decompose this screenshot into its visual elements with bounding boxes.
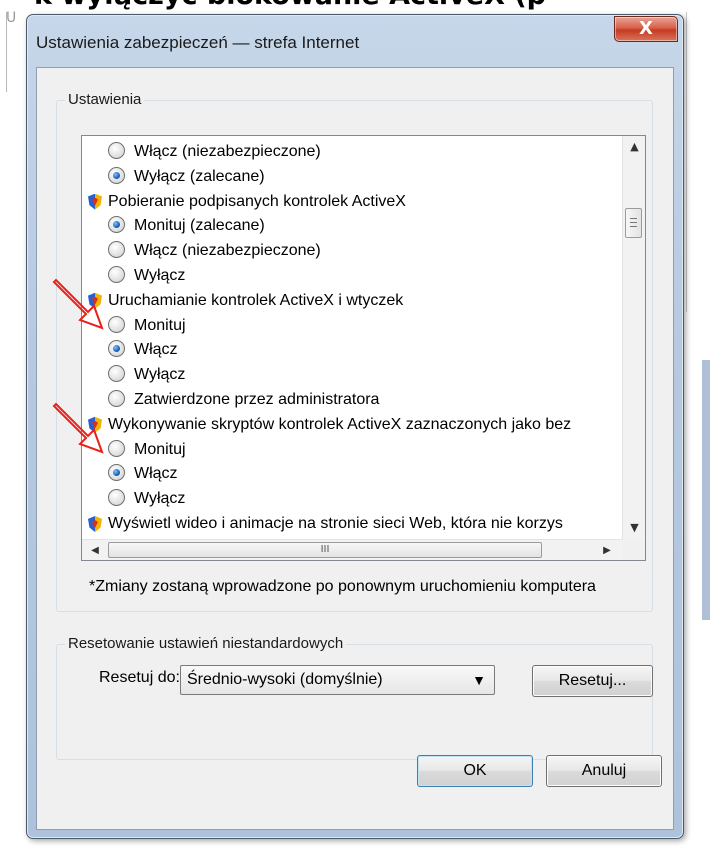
radio-checked-icon[interactable] bbox=[108, 340, 125, 358]
dialog-body: Ustawienia Włącz (niezabezpieczone) Wyłąc… bbox=[36, 67, 674, 830]
background-side-letter: U bbox=[6, 10, 17, 26]
radio-unchecked-icon[interactable] bbox=[108, 241, 125, 259]
radio-unchecked-icon[interactable] bbox=[108, 439, 125, 457]
red-arrow-icon bbox=[52, 278, 104, 330]
cancel-button[interactable]: Anuluj bbox=[546, 755, 662, 787]
vertical-scroll-thumb[interactable] bbox=[625, 208, 642, 238]
radio-checked-icon[interactable] bbox=[108, 464, 125, 482]
vertical-scrollbar[interactable]: ▲ ▼ bbox=[622, 136, 645, 539]
settings-row-label: Uruchamianie kontrolek ActiveX i wtyczek bbox=[108, 291, 404, 309]
scroll-right-icon[interactable]: ▶ bbox=[596, 540, 618, 560]
settings-row-label: Wyłącz bbox=[134, 490, 186, 508]
security-shield-icon bbox=[88, 193, 102, 210]
background-divider bbox=[686, 12, 687, 312]
scrollbar-corner bbox=[622, 539, 645, 560]
scroll-down-icon[interactable]: ▼ bbox=[623, 517, 645, 539]
radio-unchecked-icon[interactable] bbox=[108, 390, 125, 407]
security-shield-icon bbox=[88, 516, 102, 532]
settings-row-label: Wyłącz bbox=[134, 366, 186, 384]
radio-unchecked-icon[interactable] bbox=[108, 365, 125, 383]
reset-to-label: Resetuj do: bbox=[99, 669, 180, 686]
settings-row-label: Monituj (zalecane) bbox=[134, 217, 265, 235]
settings-list-content: Włącz (niezabezpieczone) Wyłącz (zalecane… bbox=[82, 136, 622, 539]
ok-button[interactable]: OK bbox=[417, 755, 533, 787]
title-bar[interactable]: Ustawienia zabezpieczeń — strefa Interne… bbox=[27, 15, 683, 67]
radio-unchecked-icon[interactable] bbox=[108, 315, 125, 333]
radio-unchecked-icon[interactable] bbox=[108, 489, 125, 507]
dialog-title: Ustawienia zabezpieczeń — strefa Interne… bbox=[36, 33, 360, 52]
settings-row-label: Zatwierdzone przez administratora bbox=[134, 391, 380, 408]
radio-unchecked-icon[interactable] bbox=[108, 142, 125, 159]
background-caption: k wyłączyć blokowanie ActiveX (p bbox=[34, 0, 546, 11]
reset-button[interactable]: Resetuj... bbox=[532, 665, 653, 697]
security-settings-dialog: Ustawienia zabezpieczeń — strefa Interne… bbox=[26, 14, 684, 839]
background-panel-edge bbox=[702, 360, 710, 620]
settings-group-label: Ustawienia bbox=[65, 91, 145, 108]
settings-row-label: Włącz (niezabezpieczone) bbox=[134, 242, 321, 260]
settings-row-label: Monituj bbox=[134, 316, 186, 334]
close-button[interactable]: X bbox=[614, 16, 678, 42]
scroll-left-icon[interactable]: ◀ bbox=[84, 540, 106, 560]
radio-unchecked-icon[interactable] bbox=[108, 266, 125, 283]
red-arrow-icon bbox=[52, 402, 104, 454]
settings-row-label: Włącz bbox=[134, 341, 178, 359]
settings-row-label: Wyłącz bbox=[134, 267, 186, 284]
settings-row-label: Włącz bbox=[134, 465, 178, 483]
dropdown-arrow-icon[interactable]: ▼ bbox=[472, 666, 486, 694]
radio-checked-icon[interactable] bbox=[108, 166, 125, 184]
close-icon: X bbox=[639, 18, 653, 39]
security-level-value: Średnio-wysoki (domyślnie) bbox=[187, 671, 383, 688]
settings-row-label: Wyświetl wideo i animacje na stronie sie… bbox=[108, 515, 563, 532]
restart-note: *Zmiany zostaną wprowadzone po ponownym … bbox=[89, 578, 596, 595]
horizontal-scrollbar[interactable]: ◀ III ▶ bbox=[82, 539, 622, 560]
settings-row-label: Monituj bbox=[134, 440, 186, 458]
settings-row-label: Wykonywanie skryptów kontrolek ActiveX z… bbox=[108, 415, 572, 433]
settings-row-label: Wyłącz (zalecane) bbox=[134, 167, 265, 185]
settings-row-label: Włącz (niezabezpieczone) bbox=[134, 143, 321, 160]
horizontal-scroll-thumb[interactable]: III bbox=[108, 542, 542, 558]
settings-row-label: Pobieranie podpisanych kontrolek ActiveX bbox=[108, 192, 406, 210]
scroll-up-icon[interactable]: ▲ bbox=[623, 136, 645, 158]
reset-group: Resetowanie ustawień niestandardowych bbox=[56, 635, 653, 760]
settings-list[interactable]: Włącz (niezabezpieczone) Wyłącz (zalecane… bbox=[81, 135, 646, 561]
reset-group-label: Resetowanie ustawień niestandardowych bbox=[65, 635, 347, 652]
radio-checked-icon[interactable] bbox=[108, 216, 125, 234]
security-level-select[interactable]: Średnio-wysoki (domyślnie) ▼ bbox=[180, 665, 495, 695]
background-page-top: k wyłączyć blokowanie ActiveX (p bbox=[0, 0, 710, 14]
